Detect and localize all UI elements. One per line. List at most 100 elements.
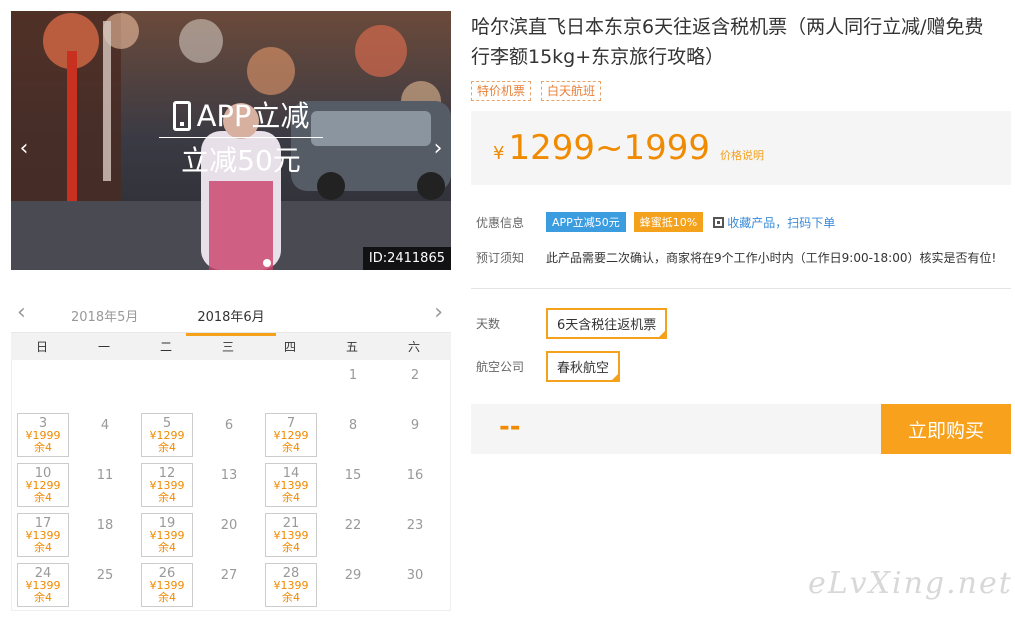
qr-scan-link[interactable]: 收藏产品，扫码下单 [713, 214, 835, 231]
price-note-link[interactable]: 价格说明 [720, 147, 764, 163]
airline-row: 航空公司 春秋航空 [476, 351, 621, 382]
calendar-day [198, 360, 260, 410]
calendar-day: 8 [322, 410, 384, 460]
day-number: 22 [344, 518, 362, 533]
day-seats-left: 余4 [158, 491, 176, 504]
price-box: ¥ 1299~1999 价格说明 [471, 111, 1011, 185]
section-divider [471, 288, 1011, 289]
calendar-day: 18 [74, 510, 136, 560]
calendar-day-available[interactable]: 28 ¥1399 余4 [265, 563, 317, 607]
calendar-day-available[interactable]: 19 ¥1399 余4 [141, 513, 193, 557]
banner-prev-arrow-icon[interactable]: ‹ [13, 129, 35, 169]
notice-text: 此产品需要二次确认，商家将在9个工作小时内（工作日9:00-18:00）核实是否… [546, 251, 997, 265]
calendar-day: 23 [384, 510, 446, 560]
day-number: 30 [406, 568, 424, 583]
site-watermark: eLvXing.net [808, 566, 1013, 601]
calendar-day: 9 [384, 410, 446, 460]
promo-headline: APP立减 [151, 99, 331, 133]
price-currency: ¥ [493, 143, 505, 164]
calendar-day: 4 [74, 410, 136, 460]
banner-next-arrow-icon[interactable]: › [427, 129, 449, 169]
calendar-day-available[interactable]: 7 ¥1299 余4 [265, 413, 317, 457]
product-title: 哈尔滨直飞日本东京6天往返含税机票（两人同行立减/赠免费行李额15kg+东京旅行… [471, 16, 984, 68]
days-option-selected[interactable]: 6天含税往返机票 [546, 308, 668, 339]
day-seats-left: 余4 [34, 541, 52, 554]
tab-month-may[interactable]: 2018年5月 [71, 306, 138, 325]
calendar-day-available[interactable]: 12 ¥1399 余4 [141, 463, 193, 507]
calendar-day [136, 360, 198, 410]
app-discount-badge: APP立减50元 [546, 212, 626, 232]
weekday-label: 六 [407, 340, 420, 354]
total-price: -- [499, 412, 521, 442]
calendar-day-available[interactable]: 5 ¥1299 余4 [141, 413, 193, 457]
purchase-bar: -- 立即购买 [471, 404, 1011, 454]
day-number: 16 [406, 468, 424, 483]
calendar-day: 22 [322, 510, 384, 560]
calendar-next-icon[interactable]: › [434, 300, 443, 325]
banner-promo: APP立减 立减50元 [151, 99, 331, 178]
calendar-day: 15 [322, 460, 384, 510]
days-row: 天数 6天含税往返机票 [476, 308, 668, 339]
tag-special-ticket: 特价机票 [471, 81, 532, 101]
day-seats-left: 余4 [34, 591, 52, 604]
calendar-day: 11 [74, 460, 136, 510]
product-banner[interactable]: ‹ › APP立减 立减50元 ID:2411865 [11, 11, 451, 270]
calendar-day [260, 360, 322, 410]
product-tags: 特价机票 白天航班 [471, 81, 602, 101]
calendar-prev-icon[interactable]: ‹ [17, 300, 26, 325]
calendar-day: 25 [74, 560, 136, 610]
calendar-day: 27 [198, 560, 260, 610]
calendar-day-available[interactable]: 21 ¥1399 余4 [265, 513, 317, 557]
weekday-label: 三 [221, 340, 234, 354]
day-seats-left: 余4 [282, 541, 300, 554]
qr-code-icon [713, 216, 725, 228]
calendar-header: ‹ 2018年5月 2018年6月 › [11, 298, 451, 336]
tag-daytime-flight: 白天航班 [541, 81, 602, 101]
offer-row: 优惠信息 APP立减50元 蜂蜜抵10% 收藏产品，扫码下单 [476, 212, 835, 232]
notice-label: 预订须知 [476, 251, 525, 265]
price-value: 1299~1999 [508, 128, 710, 168]
notice-row: 预订须知 此产品需要二次确认，商家将在9个工作小时内（工作日9:00-18:00… [476, 249, 996, 266]
weekday-label: 二 [159, 340, 172, 354]
day-seats-left: 余4 [158, 441, 176, 454]
calendar-day: 20 [198, 510, 260, 560]
calendar-day: 1 [322, 360, 384, 410]
day-seats-left: 余4 [34, 441, 52, 454]
day-number: 4 [100, 418, 110, 433]
banner-pagination-dot[interactable] [263, 259, 271, 267]
day-number: 8 [348, 418, 358, 433]
day-number: 6 [224, 418, 234, 433]
day-number: 11 [96, 468, 114, 483]
day-seats-left: 余4 [34, 491, 52, 504]
calendar-grid: 1 2 3 ¥1999 余4 4 5 ¥1299 余4 6 7 ¥1299 余4 8 9 10 ¥1299 余4 1… [11, 360, 451, 611]
calendar-day-available[interactable]: 17 ¥1399 余4 [17, 513, 69, 557]
calendar-day-available[interactable]: 24 ¥1399 余4 [17, 563, 69, 607]
day-number: 20 [220, 518, 238, 533]
calendar-day-available[interactable]: 10 ¥1299 余4 [17, 463, 69, 507]
day-number: 27 [220, 568, 238, 583]
day-number: 18 [96, 518, 114, 533]
departure-calendar: ‹ 2018年5月 2018年6月 › 日 一 二 三 四 五 六 1 2 3 ¥19… [11, 298, 451, 611]
calendar-day-available[interactable]: 26 ¥1399 余4 [141, 563, 193, 607]
calendar-day-available[interactable]: 3 ¥1999 余4 [17, 413, 69, 457]
day-seats-left: 余4 [282, 591, 300, 604]
promo-line2-text: 立减50元 [181, 144, 301, 177]
weekday-label: 一 [97, 340, 110, 354]
qr-scan-text: 收藏产品，扫码下单 [727, 215, 836, 230]
phone-icon [172, 101, 191, 131]
calendar-day: 29 [322, 560, 384, 610]
tab-month-june[interactable]: 2018年6月 [186, 306, 276, 336]
calendar-day: 13 [198, 460, 260, 510]
day-number: 1 [348, 368, 358, 383]
offer-label: 优惠信息 [476, 215, 525, 230]
day-seats-left: 余4 [282, 491, 300, 504]
product-id-label: ID:2411865 [362, 247, 451, 270]
buy-now-button[interactable]: 立即购买 [881, 404, 1011, 454]
promo-line1-text: APP立减 [196, 99, 310, 133]
airline-option-selected[interactable]: 春秋航空 [546, 351, 621, 382]
weekday-header: 日 一 二 三 四 五 六 [11, 332, 451, 360]
weekday-label: 五 [345, 340, 358, 354]
day-seats-left: 余4 [158, 541, 176, 554]
calendar-day-available[interactable]: 14 ¥1399 余4 [265, 463, 317, 507]
weekday-label: 四 [283, 340, 296, 354]
